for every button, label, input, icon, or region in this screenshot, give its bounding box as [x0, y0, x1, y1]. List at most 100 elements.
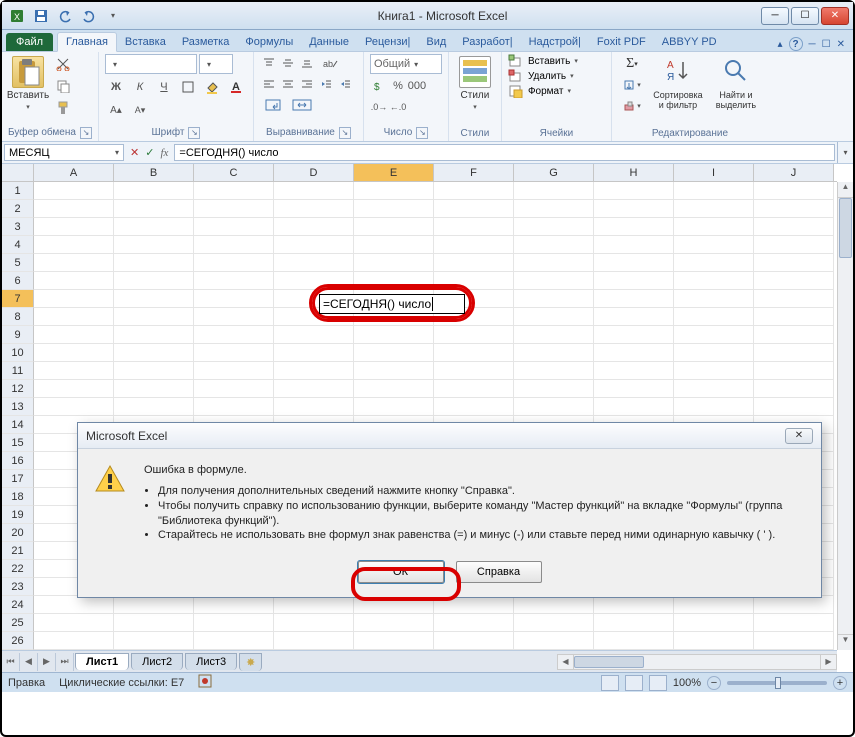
cell[interactable] — [674, 344, 754, 362]
find-select-button[interactable]: Найти и выделить — [710, 54, 762, 113]
cell[interactable] — [594, 308, 674, 326]
cell[interactable] — [754, 200, 834, 218]
number-format-combo[interactable]: Общий▾ — [370, 54, 442, 74]
font-size-combo[interactable]: ▾ — [199, 54, 233, 74]
zoom-slider-thumb[interactable] — [775, 677, 781, 689]
cell[interactable] — [514, 596, 594, 614]
cell[interactable] — [354, 362, 434, 380]
clear-icon[interactable]: ▾ — [618, 96, 646, 116]
tab-data[interactable]: Данные — [301, 33, 357, 51]
cell[interactable] — [34, 290, 114, 308]
cell[interactable] — [34, 200, 114, 218]
increase-indent-icon[interactable] — [336, 75, 354, 93]
row-header[interactable]: 12 — [2, 380, 34, 398]
sheet-nav-next[interactable]: ▶ — [38, 653, 56, 671]
cell[interactable] — [674, 326, 754, 344]
orientation-icon[interactable]: ab — [317, 54, 341, 72]
cell[interactable] — [34, 596, 114, 614]
tab-view[interactable]: Вид — [418, 33, 454, 51]
cell[interactable] — [354, 398, 434, 416]
cells-format-button[interactable]: Формат▾ — [508, 84, 571, 98]
cell[interactable] — [194, 596, 274, 614]
cell[interactable] — [594, 236, 674, 254]
cell[interactable] — [114, 398, 194, 416]
cell[interactable] — [754, 308, 834, 326]
sheet-nav-last[interactable]: ⏭ — [56, 653, 74, 671]
sort-filter-button[interactable]: АЯ Сортировка и фильтр — [650, 54, 706, 113]
scroll-right-icon[interactable]: ▶ — [820, 655, 836, 669]
row-header[interactable]: 21 — [2, 542, 34, 560]
sheet-tab-3[interactable]: Лист3 — [185, 653, 237, 670]
undo-icon[interactable] — [54, 6, 76, 26]
cell[interactable] — [434, 344, 514, 362]
cell[interactable] — [34, 182, 114, 200]
mdi-restore[interactable]: ☐ — [822, 39, 831, 50]
row-header[interactable]: 24 — [2, 596, 34, 614]
cell[interactable] — [594, 200, 674, 218]
cell[interactable] — [434, 632, 514, 650]
cut-icon[interactable] — [52, 54, 74, 74]
qat-customize-icon[interactable]: ▾ — [102, 6, 124, 26]
cell[interactable] — [434, 254, 514, 272]
cell[interactable] — [674, 398, 754, 416]
cell[interactable] — [514, 182, 594, 200]
cell[interactable] — [434, 596, 514, 614]
cell[interactable] — [274, 182, 354, 200]
wrap-text-icon[interactable] — [260, 96, 286, 114]
cell[interactable] — [114, 308, 194, 326]
view-page-layout-icon[interactable] — [625, 675, 643, 691]
cell[interactable] — [514, 380, 594, 398]
cell[interactable] — [274, 200, 354, 218]
tab-foxit[interactable]: Foxit PDF — [589, 33, 654, 51]
tab-formulas[interactable]: Формулы — [237, 33, 301, 51]
cell[interactable] — [674, 308, 754, 326]
underline-button[interactable]: Ч — [153, 77, 175, 97]
row-header[interactable]: 10 — [2, 344, 34, 362]
font-name-combo[interactable]: ▾ — [105, 54, 197, 74]
cell[interactable] — [114, 272, 194, 290]
row-header[interactable]: 16 — [2, 452, 34, 470]
align-top-icon[interactable] — [260, 54, 278, 72]
cell[interactable] — [434, 182, 514, 200]
tab-insert[interactable]: Вставка — [117, 33, 174, 51]
cell[interactable] — [754, 362, 834, 380]
row-header[interactable]: 23 — [2, 578, 34, 596]
tab-file[interactable]: Файл — [6, 33, 53, 51]
fill-color-button[interactable] — [201, 77, 223, 97]
cell[interactable] — [34, 398, 114, 416]
cell[interactable] — [514, 236, 594, 254]
currency-icon[interactable]: $ — [370, 77, 388, 95]
cell[interactable] — [194, 200, 274, 218]
cell[interactable] — [274, 380, 354, 398]
insert-function-icon[interactable]: fx — [160, 147, 168, 159]
cell[interactable] — [194, 218, 274, 236]
cell[interactable] — [514, 308, 594, 326]
cell[interactable] — [674, 272, 754, 290]
cell[interactable] — [514, 362, 594, 380]
number-launcher-icon[interactable]: ↘ — [416, 127, 428, 139]
cell[interactable] — [594, 290, 674, 308]
column-header-G[interactable]: G — [514, 164, 594, 181]
cell[interactable] — [194, 344, 274, 362]
fill-icon[interactable]: ▾ — [618, 75, 646, 95]
cell[interactable] — [674, 614, 754, 632]
horizontal-scrollbar[interactable]: ◀ ▶ — [557, 654, 837, 670]
row-header[interactable]: 5 — [2, 254, 34, 272]
excel-icon[interactable]: X — [6, 6, 28, 26]
formula-enter-icon[interactable]: ✓ — [145, 146, 154, 159]
ok-button[interactable]: ОК — [358, 561, 444, 583]
cell-editor[interactable]: =СЕГОДНЯ() число — [319, 294, 465, 314]
view-page-break-icon[interactable] — [649, 675, 667, 691]
formula-bar-expand-icon[interactable]: ▾ — [837, 142, 853, 163]
cell[interactable] — [434, 218, 514, 236]
cell[interactable] — [114, 182, 194, 200]
copy-icon[interactable] — [52, 76, 74, 96]
clipboard-launcher-icon[interactable]: ↘ — [80, 127, 92, 139]
row-header[interactable]: 4 — [2, 236, 34, 254]
scroll-up-icon[interactable]: ▲ — [838, 182, 853, 198]
row-header[interactable]: 20 — [2, 524, 34, 542]
cell[interactable] — [514, 200, 594, 218]
cell[interactable] — [514, 614, 594, 632]
cell[interactable] — [434, 614, 514, 632]
cell[interactable] — [114, 344, 194, 362]
